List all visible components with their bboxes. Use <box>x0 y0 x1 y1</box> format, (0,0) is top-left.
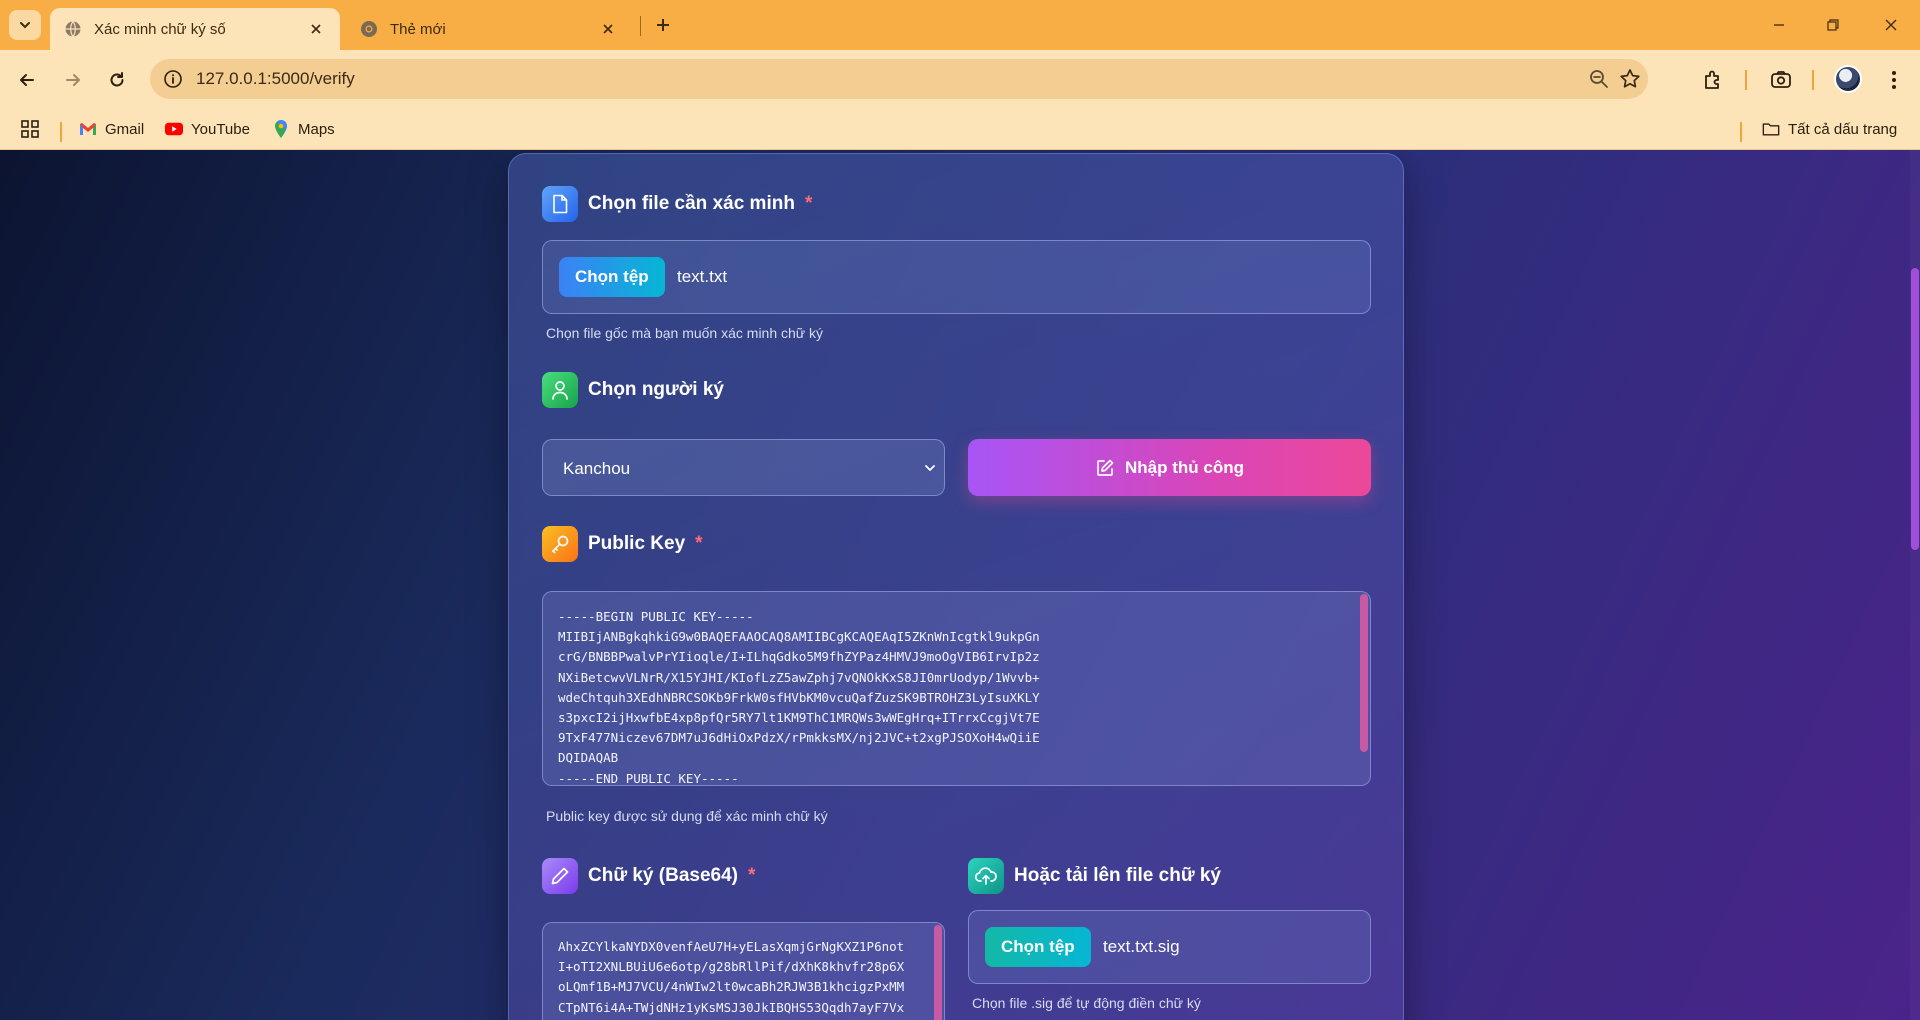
file-input[interactable]: Chọn tệp text.txt <box>542 240 1371 314</box>
tab-divider <box>640 16 641 36</box>
file-icon <box>542 186 578 222</box>
signer-section-label: Chọn người ký <box>542 372 724 408</box>
bookmark-youtube[interactable]: YouTube <box>165 116 250 142</box>
bookmark-star-icon[interactable] <box>1618 67 1642 91</box>
page-viewport: Chọn file cần xác minh * Chọn tệp text.t… <box>0 150 1920 1020</box>
back-button[interactable] <box>11 64 43 96</box>
profile-avatar[interactable] <box>1834 65 1862 93</box>
signer-selected-value: Kanchou <box>563 459 631 478</box>
bookmarks-divider <box>1740 122 1742 142</box>
toolbar-divider <box>1812 70 1814 90</box>
restore-icon <box>1827 19 1839 31</box>
all-bookmarks-button[interactable]: Tất cả dấu trang <box>1762 116 1897 142</box>
all-bookmarks-label: Tất cả dấu trang <box>1788 120 1898 138</box>
close-tab-icon[interactable] <box>598 19 618 39</box>
close-window-button[interactable] <box>1868 10 1914 40</box>
choose-sig-file-button[interactable]: Chọn tệp <box>985 927 1091 967</box>
upload-sig-section-label: Hoặc tải lên file chữ ký <box>968 858 1221 894</box>
manual-entry-label: Nhập thủ công <box>1125 457 1244 477</box>
choose-file-button[interactable]: Chọn tệp <box>559 257 665 297</box>
reload-icon <box>110 72 124 87</box>
textarea-scrollbar-thumb[interactable] <box>1360 594 1368 752</box>
file-hint: Chọn file gốc mà bạn muốn xác minh chữ k… <box>546 325 824 341</box>
upload-sig-section-title: Hoặc tải lên file chữ ký <box>1014 865 1221 886</box>
plus-icon <box>657 19 669 31</box>
globe-icon <box>64 20 82 38</box>
signature-textarea[interactable]: AhxZCYlkaNYDX0venfAeU7H+yELasXqmjGrNgKXZ… <box>542 922 945 1020</box>
selected-sig-filename: text.txt.sig <box>1103 937 1180 956</box>
tab-verify[interactable]: Xác minh chữ ký số <box>50 8 340 50</box>
page-scrollbar[interactable] <box>1910 150 1920 1020</box>
tab-search-button[interactable] <box>9 10 41 40</box>
public-key-section-label: Public Key * <box>542 526 703 562</box>
bookmark-label: Gmail <box>105 120 145 138</box>
manual-entry-button[interactable]: Nhập thủ công <box>968 439 1371 496</box>
cloud-upload-icon <box>968 858 1004 894</box>
public-key-hint: Public key được sử dụng để xác minh chữ … <box>546 808 828 824</box>
bookmarks-bar: Gmail YouTube Maps Tất cả dấu trang <box>0 108 1920 150</box>
public-key-textarea[interactable]: -----BEGIN PUBLIC KEY----- MIIBIjANBgkqh… <box>542 591 1371 786</box>
bookmarks-divider <box>60 122 62 142</box>
tab-new[interactable]: Thẻ mới <box>346 8 632 50</box>
close-icon <box>1885 19 1897 31</box>
required-mark: * <box>748 865 756 886</box>
signature-section-title: Chữ ký (Base64) <box>588 865 738 886</box>
youtube-icon <box>165 120 183 138</box>
zoom-icon[interactable] <box>1588 68 1610 90</box>
site-info-icon[interactable] <box>162 68 184 90</box>
chevron-down-icon <box>922 460 938 476</box>
tab-title: Thẻ mới <box>390 20 446 38</box>
file-section-title: Chọn file cần xác minh <box>588 193 795 214</box>
reload-button[interactable] <box>101 64 133 96</box>
menu-kebab-icon[interactable] <box>1880 66 1908 94</box>
toolbar-divider <box>1745 70 1747 90</box>
required-mark: * <box>804 193 813 214</box>
signer-select[interactable]: Kanchou <box>542 439 945 496</box>
extensions-icon[interactable] <box>1699 66 1727 94</box>
apps-button[interactable] <box>20 116 40 142</box>
browser-tab-bar: Xác minh chữ ký số Thẻ mới <box>0 0 1920 50</box>
bookmark-label: YouTube <box>191 120 250 138</box>
restore-button[interactable] <box>1810 10 1856 40</box>
address-bar[interactable]: 127.0.0.1:5000/verify <box>150 59 1648 99</box>
url-text: 127.0.0.1:5000/verify <box>196 69 355 88</box>
arrow-left-icon <box>20 74 34 86</box>
maps-pin-icon <box>272 120 290 138</box>
edit-icon <box>1095 458 1115 478</box>
upload-sig-hint: Chọn file .sig để tự động điền chữ ký <box>972 995 1201 1011</box>
signer-section-title: Chọn người ký <box>588 379 724 400</box>
new-tab-button[interactable] <box>650 12 676 38</box>
bookmark-label: Maps <box>298 120 335 138</box>
signature-text: AhxZCYlkaNYDX0venfAeU7H+yELasXqmjGrNgKXZ… <box>558 939 905 1015</box>
key-icon <box>542 526 578 562</box>
user-icon <box>542 372 578 408</box>
pen-icon <box>542 858 578 894</box>
minimize-button[interactable] <box>1756 10 1802 40</box>
verify-form-card: Chọn file cần xác minh * Chọn tệp text.t… <box>508 153 1404 1020</box>
browser-toolbar: 127.0.0.1:5000/verify <box>0 50 1920 108</box>
textarea-scrollbar-thumb[interactable] <box>934 925 942 1020</box>
bookmark-gmail[interactable]: Gmail <box>79 116 144 142</box>
apps-grid-icon <box>21 120 39 138</box>
selected-filename: text.txt <box>677 267 728 286</box>
close-tab-icon[interactable] <box>306 19 326 39</box>
arrow-right-icon <box>66 74 80 86</box>
bookmark-maps[interactable]: Maps <box>272 116 335 142</box>
screenshot-icon[interactable] <box>1767 66 1795 94</box>
signature-file-input[interactable]: Chọn tệp text.txt.sig <box>968 910 1371 984</box>
forward-button[interactable] <box>57 64 89 96</box>
chrome-icon <box>360 20 378 38</box>
public-key-section-title: Public Key <box>588 533 686 554</box>
required-mark: * <box>695 533 703 554</box>
tab-title: Xác minh chữ ký số <box>94 20 226 38</box>
signature-section-label: Chữ ký (Base64) * <box>542 858 755 894</box>
page-scrollbar-thumb[interactable] <box>1911 268 1919 550</box>
gmail-icon <box>79 120 97 138</box>
file-section-label: Chọn file cần xác minh * <box>542 186 812 222</box>
minimize-icon <box>1774 24 1784 26</box>
folder-icon <box>1762 120 1780 138</box>
chevron-down-icon <box>20 22 30 29</box>
public-key-text: -----BEGIN PUBLIC KEY----- MIIBIjANBgkqh… <box>558 609 1040 786</box>
